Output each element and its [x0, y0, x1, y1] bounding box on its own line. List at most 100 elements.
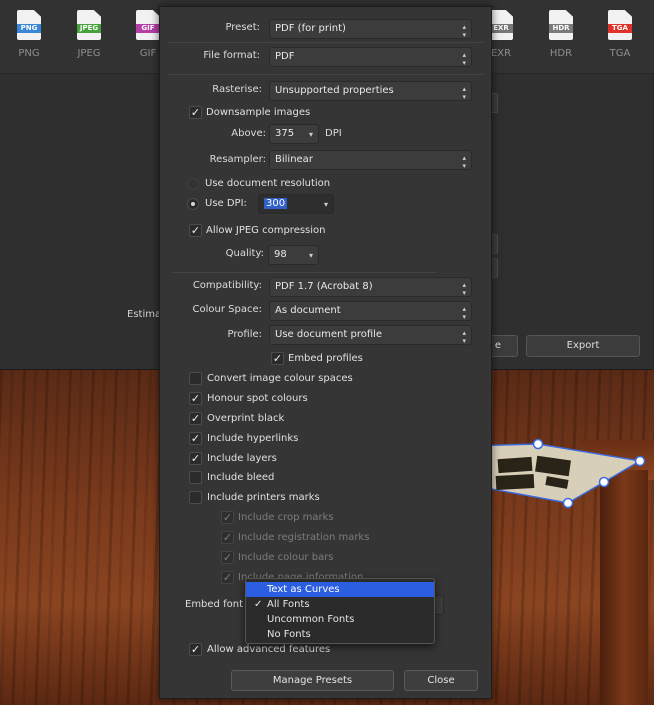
format-tga[interactable]: TGA TGA [605, 10, 635, 59]
above-label: Above: [231, 128, 266, 139]
overprint-black-checkbox[interactable]: ✓ [189, 412, 202, 425]
menu-item-no-fonts[interactable]: No Fonts [246, 627, 434, 642]
colour-space-label: Colour Space: [192, 304, 262, 315]
printer-mark-label: Include crop marks [238, 512, 334, 523]
use-dpi-value[interactable]: 300 [264, 198, 288, 209]
format-png[interactable]: PNG PNG [14, 10, 44, 59]
include-registration-marks-checkbox[interactable]: ✓ [221, 531, 234, 544]
option-label: Include hyperlinks [207, 433, 299, 444]
quality-value: 98 [274, 249, 287, 260]
png-file-icon: PNG [17, 10, 41, 40]
menu-item-uncommon-fonts[interactable]: Uncommon Fonts [246, 612, 434, 627]
include-colour-bars-checkbox[interactable]: ✓ [221, 551, 234, 564]
menu-item-label: Uncommon Fonts [267, 614, 355, 625]
format-label: HDR [549, 48, 573, 59]
compatibility-value: PDF 1.7 (Acrobat 8) [275, 281, 373, 292]
menu-item-all-fonts[interactable]: ✓ All Fonts [246, 597, 434, 612]
include-crop-marks-checkbox[interactable]: ✓ [221, 511, 234, 524]
convert-colour-spaces-checkbox[interactable] [189, 372, 202, 385]
embed-profiles-label: Embed profiles [288, 353, 363, 364]
chevron-down-icon: ▾ [308, 251, 313, 260]
use-dpi-combo[interactable]: 300 ▾ [258, 194, 334, 214]
printer-mark-label: Include registration marks [238, 532, 370, 543]
exr-file-icon: EXR [489, 10, 513, 40]
above-value: 375 [275, 128, 295, 139]
honour-spot-colours-checkbox[interactable]: ✓ [189, 392, 202, 405]
menu-item-text-as-curves[interactable]: Text as Curves [246, 582, 434, 597]
include-bleed-checkbox[interactable] [189, 471, 202, 484]
allow-advanced-label: Allow advanced features [207, 644, 331, 655]
format-jpeg[interactable]: JPEG JPEG [74, 10, 104, 59]
printer-mark-label: Include colour bars [238, 552, 334, 563]
updown-arrows-icon: ▴ ▾ [462, 329, 466, 345]
profile-value: Use document profile [275, 329, 383, 340]
file-format-select[interactable]: PDF ▴ ▾ [269, 47, 472, 67]
close-button[interactable]: Close [404, 670, 478, 691]
resampler-select[interactable]: Bilinear ▴ ▾ [269, 150, 472, 170]
embed-fonts-label: Embed font [185, 599, 243, 610]
profile-select[interactable]: Use document profile ▴ ▾ [269, 325, 472, 345]
embed-profiles-checkbox[interactable]: ✓ [271, 352, 284, 365]
updown-arrows-icon: ▴ ▾ [462, 85, 466, 101]
downsample-checkbox[interactable]: ✓ [189, 106, 202, 119]
canvas-table-leg [600, 470, 648, 705]
compatibility-select[interactable]: PDF 1.7 (Acrobat 8) ▴ ▾ [269, 277, 472, 297]
include-printers-marks-checkbox[interactable] [189, 491, 202, 504]
format-hdr[interactable]: HDR HDR [546, 10, 576, 59]
updown-arrows-icon: ▴ ▾ [462, 281, 466, 297]
use-document-resolution-label: Use document resolution [205, 178, 331, 189]
option-label: Include bleed [207, 472, 275, 483]
colour-space-select[interactable]: As document ▴ ▾ [269, 301, 472, 321]
option-label: Include printers marks [207, 492, 320, 503]
preset-value: PDF (for print) [275, 23, 346, 34]
above-dpi-combo[interactable]: 375 ▾ [269, 124, 319, 144]
separator [172, 272, 436, 273]
separator [168, 74, 484, 75]
profile-label: Profile: [227, 329, 262, 340]
gif-file-icon: GIF [136, 10, 160, 40]
include-layers-checkbox[interactable]: ✓ [189, 452, 202, 465]
updown-arrows-icon: ▴ ▾ [462, 305, 466, 321]
above-unit-label: DPI [325, 128, 342, 139]
updown-arrows-icon: ▴ ▾ [462, 154, 466, 170]
compatibility-label: Compatibility: [192, 280, 262, 291]
tga-file-icon: TGA [608, 10, 632, 40]
format-label: TGA [609, 48, 631, 59]
preset-label: Preset: [225, 22, 260, 33]
rasterise-select[interactable]: Unsupported properties ▴ ▾ [269, 81, 472, 101]
downsample-label: Downsample images [206, 107, 311, 118]
app-screen: PNG PNG JPEG JPEG GIF GIF EXR EXR HDR HD… [0, 0, 654, 705]
include-page-information-checkbox[interactable]: ✓ [221, 571, 234, 584]
menu-item-label: No Fonts [267, 629, 311, 640]
updown-arrows-icon: ▴ ▾ [462, 23, 466, 39]
resampler-label: Resampler: [209, 154, 266, 165]
preset-select[interactable]: PDF (for print) ▴ ▾ [269, 19, 472, 39]
use-dpi-radio[interactable] [187, 198, 199, 210]
jpeg-compression-checkbox[interactable]: ✓ [189, 224, 202, 237]
manage-presets-button[interactable]: Manage Presets [231, 670, 394, 691]
rasterise-label: Rasterise: [212, 84, 262, 95]
colour-space-value: As document [275, 305, 341, 316]
separator [168, 42, 484, 43]
estimated-size-label: Estima [127, 309, 162, 320]
checkmark-icon: ✓ [254, 599, 263, 610]
quality-combo[interactable]: 98 ▾ [268, 245, 319, 265]
updown-arrows-icon: ▴ ▾ [462, 51, 466, 67]
export-button[interactable]: Export [526, 335, 640, 357]
hdr-file-icon: HDR [549, 10, 573, 40]
jpeg-file-icon: JPEG [77, 10, 101, 40]
format-label: JPEG [77, 48, 101, 59]
allow-advanced-checkbox[interactable]: ✓ [189, 643, 202, 656]
format-label: PNG [18, 48, 40, 59]
jpeg-compression-label: Allow JPEG compression [206, 225, 326, 236]
option-label: Honour spot colours [207, 393, 308, 404]
use-dpi-label: Use DPI: [205, 198, 247, 209]
include-hyperlinks-checkbox[interactable]: ✓ [189, 432, 202, 445]
file-format-value: PDF [275, 51, 295, 62]
option-label: Overprint black [207, 413, 285, 424]
menu-item-label: Text as Curves [267, 584, 340, 595]
option-label: Convert image colour spaces [207, 373, 353, 384]
use-document-resolution-radio[interactable] [187, 178, 199, 190]
option-label: Include layers [207, 453, 277, 464]
chevron-down-icon: ▾ [323, 200, 328, 209]
